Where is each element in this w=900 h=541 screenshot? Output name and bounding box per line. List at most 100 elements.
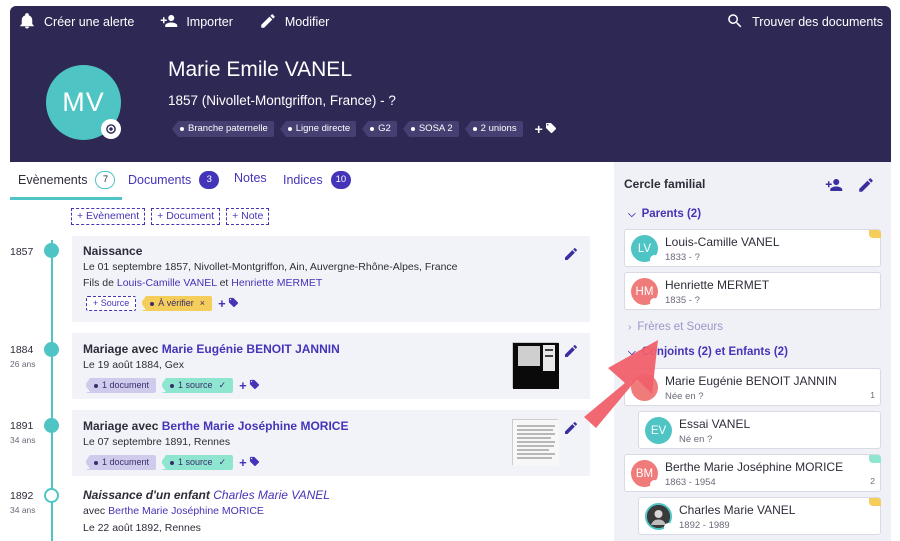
tag-generation[interactable]: G2: [362, 121, 397, 137]
family-card-father[interactable]: LV Louis-Camille VANEL 1833 - ?: [624, 229, 881, 267]
event-child-birth-title[interactable]: Naissance d'un enfant Charles Marie VANE…: [83, 488, 330, 502]
title-prefix: Mariage avec: [83, 419, 159, 433]
verify-chip-label: À vérifier: [158, 298, 194, 308]
parents-prefix: Fils de: [83, 277, 114, 289]
parent-link-mother[interactable]: Henriette MERMET: [231, 277, 322, 289]
edit-label: Modifier: [284, 15, 330, 29]
person-dates: 1857 (Nivollet-Montgriffon, France) - ?: [168, 93, 396, 108]
family-card-spouse-2[interactable]: BM Berthe Marie Joséphine MORICE 1863 - …: [624, 454, 881, 492]
add-tag-button[interactable]: +: [535, 121, 557, 137]
tab-indices[interactable]: Indices 10: [283, 171, 352, 189]
family-card-child-2[interactable]: Charles Marie VANEL 1892 - 1989: [638, 497, 881, 535]
event-card-marriage-1[interactable]: Mariage avec Marie Eugénie BENOIT JANNIN…: [72, 333, 590, 399]
add-tag-plus: +: [239, 378, 247, 393]
source-chip[interactable]: 1 source ✓: [161, 455, 234, 470]
add-tag-button[interactable]: +: [239, 378, 260, 393]
family-card-mother[interactable]: HM Henriette MERMET 1835 - ?: [624, 272, 881, 310]
event-year: 1857: [10, 246, 34, 258]
siblings-section-label: Frères et Soeurs: [637, 321, 723, 333]
source-chip[interactable]: 1 source ✓: [161, 378, 234, 393]
close-icon[interactable]: ×: [200, 298, 205, 308]
document-thumbnail[interactable]: [512, 342, 559, 389]
main-content: Evènements 7 Documents 3 Notes Indices 1…: [10, 162, 891, 541]
family-panel-actions: [825, 176, 875, 199]
parent-link-father[interactable]: Louis-Camille VANEL: [117, 277, 217, 289]
event-card-birth[interactable]: Naissance Le 01 septembre 1857, Nivollet…: [72, 236, 590, 322]
add-person-icon[interactable]: [825, 176, 843, 199]
chevron-down-icon: ⌵: [628, 346, 636, 358]
add-source-chip[interactable]: + Source: [86, 296, 137, 311]
pencil-icon[interactable]: [563, 420, 579, 436]
siblings-section-toggle[interactable]: › Frères et Soeurs: [628, 321, 723, 333]
spouses-section-toggle[interactable]: ⌵ Conjoints (2) et Enfants (2): [628, 346, 788, 358]
spouses-section-label: Conjoints (2) et Enfants (2): [641, 346, 788, 358]
top-toolbar: Créer une alerte Importer Modifier Trouv…: [10, 6, 891, 38]
event-date-place: Le 07 septembre 1891, Rennes: [83, 436, 231, 448]
person-name: Essai VANEL: [679, 417, 751, 431]
verify-chip[interactable]: À vérifier ×: [141, 296, 213, 311]
tag-line[interactable]: Ligne directe: [279, 121, 357, 137]
tag-unions[interactable]: 2 unions: [464, 121, 523, 137]
document-chip[interactable]: 1 document: [84, 378, 157, 393]
title-prefix: Mariage avec: [83, 342, 159, 356]
add-tag-button[interactable]: +: [239, 455, 260, 470]
add-tag-button[interactable]: +: [218, 296, 239, 311]
color-flag: [869, 498, 881, 506]
tag-sosa[interactable]: SOSA 2: [402, 121, 459, 137]
spouse-link[interactable]: Berthe Marie Joséphine MORICE: [162, 419, 349, 433]
create-alert-label: Créer une alerte: [44, 15, 135, 29]
event-card-marriage-2[interactable]: Mariage avec Berthe Marie Joséphine MORI…: [72, 410, 590, 476]
tab-events-label: Evènements: [18, 173, 88, 187]
add-document-button[interactable]: + Document: [151, 208, 221, 225]
person-dates: 1863 - 1954: [665, 477, 716, 488]
tag-branch[interactable]: Branche paternelle: [172, 121, 274, 137]
tab-events[interactable]: Evènements 7: [18, 171, 116, 189]
add-event-button[interactable]: + Evènement: [71, 208, 146, 225]
search-icon: [726, 12, 744, 33]
child-link[interactable]: Charles Marie VANEL: [213, 488, 330, 502]
pencil-icon[interactable]: [857, 176, 875, 199]
family-card-spouse-1[interactable]: Marie Eugénie BENOIT JANNIN Née en ? 1: [624, 368, 881, 406]
bell-icon: [18, 12, 36, 33]
tab-indices-count: 10: [330, 171, 352, 189]
pencil-icon: [259, 12, 277, 33]
parents-section-toggle[interactable]: ⌵ Parents (2): [628, 208, 701, 220]
target-icon: [650, 298, 659, 307]
coparent-link[interactable]: Berthe Marie Joséphine MORICE: [108, 505, 264, 517]
tab-documents[interactable]: Documents 3: [128, 171, 220, 189]
find-documents-button[interactable]: Trouver des documents: [726, 12, 883, 33]
parents-and: et: [219, 277, 229, 289]
pencil-icon[interactable]: [563, 246, 579, 262]
check-icon: ✓: [218, 457, 227, 467]
union-number: 2: [870, 476, 875, 486]
chevron-down-icon: ⌵: [628, 208, 636, 220]
tab-notes[interactable]: Notes: [234, 171, 267, 185]
document-chip[interactable]: 1 document: [84, 455, 157, 470]
pencil-icon[interactable]: [563, 343, 579, 359]
edit-button[interactable]: Modifier: [259, 12, 329, 33]
person-dates: Né en ?: [679, 434, 713, 445]
family-panel: Cercle familial ⌵ Parents (2) LV Louis-C…: [614, 162, 891, 541]
events-panel: Evènements 7 Documents 3 Notes Indices 1…: [10, 162, 604, 541]
import-button[interactable]: Importer: [160, 12, 233, 33]
document-thumbnail[interactable]: [512, 419, 559, 466]
family-card-child-1[interactable]: EV Essai VANEL Né en ?: [638, 411, 881, 449]
add-tag-plus: +: [239, 455, 247, 470]
spouse-link[interactable]: Marie Eugénie BENOIT JANNIN: [162, 342, 340, 356]
person-dates: Née en ?: [665, 391, 704, 402]
add-note-button[interactable]: + Note: [226, 208, 270, 225]
person-header: MV Marie Emile VANEL 1857 (Nivollet-Mont…: [10, 38, 891, 162]
active-tab-indicator: [10, 197, 122, 200]
event-age: 26 ans: [10, 359, 36, 369]
parents-section-label: Parents (2): [641, 208, 702, 220]
event-date-place: Le 01 septembre 1857, Nivollet-Montgriff…: [83, 261, 458, 273]
person-name: Henriette MERMET: [665, 278, 770, 292]
add-tag-plus: +: [534, 121, 543, 137]
create-alert-button[interactable]: Créer une alerte: [18, 12, 134, 33]
person-tags: Branche paternelle Ligne directe G2 SOSA…: [172, 121, 557, 137]
target-icon: [650, 480, 659, 489]
target-icon: [664, 523, 673, 532]
source-chip-label: 1 source: [178, 457, 213, 467]
tab-notes-label: Notes: [234, 171, 267, 185]
event-parents: Fils de Louis-Camille VANEL et Henriette…: [83, 277, 322, 289]
